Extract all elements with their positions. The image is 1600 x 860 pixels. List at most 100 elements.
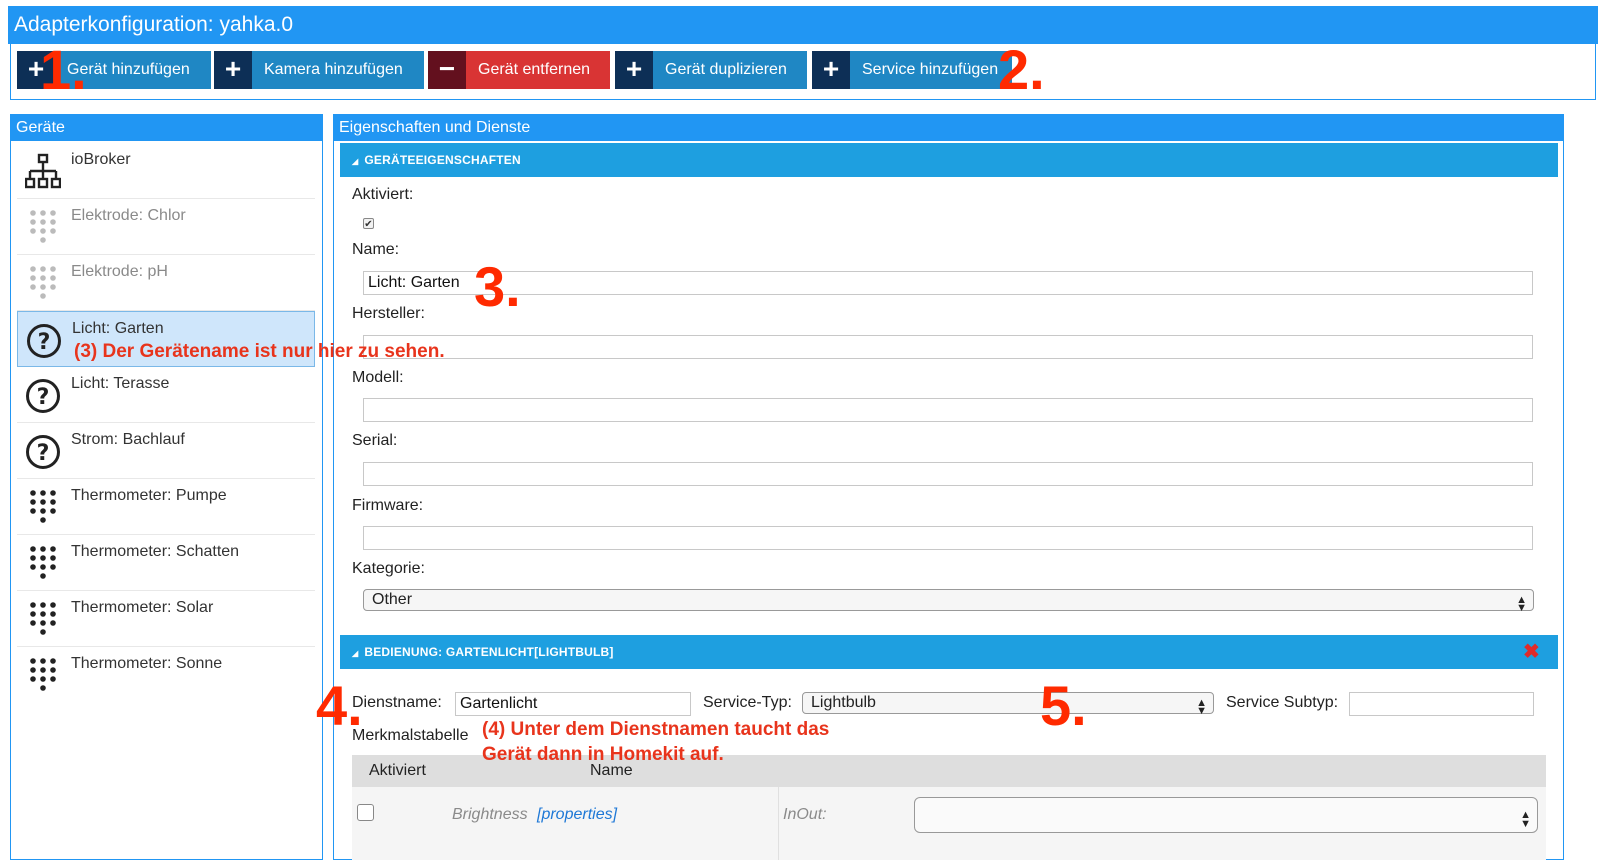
characteristics-table-label: Merkmalstabelle — [352, 727, 469, 744]
window-title: Adapterkonfiguration: yahka.0 — [8, 6, 1598, 44]
check-icon: ✔ — [364, 219, 373, 230]
service-name-input[interactable] — [455, 692, 691, 716]
service-subtype-input[interactable] — [1349, 692, 1534, 716]
activated-label: Aktiviert: — [352, 186, 414, 203]
table-row: Brightness [properties] InOut: ▲ ▼ — [352, 787, 1546, 860]
service-subtype-label: Service Subtyp: — [1226, 694, 1339, 711]
svg-text:?: ? — [37, 441, 50, 466]
properties-link[interactable]: [properties] — [537, 806, 617, 824]
question-icon: ? — [26, 379, 60, 413]
question-icon: ? — [27, 324, 61, 358]
select-arrow-down-icon: ▼ — [1520, 818, 1531, 830]
keypad-icon — [30, 658, 56, 691]
inout-label: InOut: — [783, 806, 827, 823]
keypad-icon — [30, 546, 56, 579]
device-item-thermometer-pumpe[interactable]: Thermometer: Pumpe — [17, 479, 315, 535]
keypad-icon — [30, 602, 56, 635]
device-label: Thermometer: Pumpe — [71, 487, 227, 504]
devices-panel: Geräte ioBroker Elektrode: Chlor Elektro… — [10, 114, 323, 860]
duplicate-device-label: Gerät duplizieren — [665, 61, 787, 78]
device-item-licht-terasse[interactable]: ? Licht: Terasse — [17, 367, 315, 423]
remove-device-button[interactable]: − Gerät entfernen — [428, 51, 610, 89]
serial-label: Serial: — [352, 432, 398, 449]
device-item-strom-bachlauf[interactable]: ? Strom: Bachlauf — [17, 423, 315, 479]
minus-icon: − — [428, 51, 466, 89]
service-type-select[interactable]: Lightbulb ▲ ▼ — [802, 692, 1214, 717]
category-value: Other — [372, 591, 413, 608]
annotation-note-4-line-1: (4) Unter dem Dienstnamen taucht das — [482, 719, 830, 740]
row-activated-checkbox[interactable] — [357, 804, 374, 821]
device-label: Elektrode: pH — [71, 263, 168, 280]
select-arrow-down-icon: ▼ — [1516, 602, 1527, 614]
device-label: Strom: Bachlauf — [71, 431, 185, 448]
annotation-number-2: 2. — [998, 38, 1045, 101]
device-label: Thermometer: Sonne — [71, 655, 223, 672]
remove-device-label: Gerät entfernen — [478, 61, 591, 78]
svg-text:?: ? — [38, 330, 51, 355]
device-label: Licht: Garten — [72, 320, 164, 337]
characteristic-name: Brightness — [452, 806, 528, 823]
name-input[interactable] — [363, 271, 1533, 295]
service-type-value: Lightbulb — [811, 694, 876, 711]
properties-panel-title: Eigenschaften und Dienste — [334, 115, 1563, 141]
plus-icon: + — [812, 51, 850, 89]
device-properties-section-title: GERÄTEEIGENSCHAFTEN — [364, 153, 521, 167]
add-service-label: Service hinzufügen — [862, 61, 999, 78]
annotation-note-3: (3) Der Gerätename ist nur hier zu sehen… — [74, 341, 445, 362]
question-icon: ? — [26, 435, 60, 469]
device-label: Licht: Terasse — [71, 375, 170, 392]
add-camera-button[interactable]: + Kamera hinzufügen — [214, 51, 424, 89]
service-type-label: Service-Typ: — [703, 694, 792, 711]
device-item-thermometer-schatten[interactable]: Thermometer: Schatten — [17, 535, 315, 591]
devices-panel-title: Geräte — [11, 115, 322, 141]
add-service-button[interactable]: + Service hinzufügen — [812, 51, 1012, 89]
device-label: ioBroker — [71, 151, 131, 168]
model-label: Modell: — [352, 369, 404, 386]
column-header-activated: Aktiviert — [369, 762, 426, 779]
category-label: Kategorie: — [352, 560, 425, 577]
model-input[interactable] — [363, 398, 1533, 422]
service-section-title: BEDIENUNG: GARTENLICHT[LIGHTBULB] — [364, 645, 614, 659]
svg-text:?: ? — [37, 385, 50, 410]
plus-icon: + — [615, 51, 653, 89]
annotation-number-1: 1. — [40, 38, 87, 101]
device-item-elektrode-chlor[interactable]: Elektrode: Chlor — [17, 199, 315, 255]
annotation-number-3: 3. — [474, 255, 521, 318]
characteristics-table: Aktiviert Name Brightness [properties] I… — [352, 755, 1546, 860]
category-select[interactable]: Other ▲ ▼ — [363, 589, 1534, 614]
manufacturer-input[interactable] — [363, 335, 1533, 359]
device-properties-section-header[interactable]: ◢ GERÄTEEIGENSCHAFTEN — [340, 143, 1558, 177]
annotation-note-4-line-2: Gerät dann in Homekit auf. — [482, 744, 724, 765]
select-arrow-down-icon: ▼ — [1196, 705, 1207, 717]
duplicate-device-button[interactable]: + Gerät duplizieren — [615, 51, 807, 89]
toolbar: + Gerät hinzufügen + Kamera hinzufügen −… — [10, 44, 1596, 100]
service-name-label: Dienstname: — [352, 694, 442, 711]
column-divider — [778, 787, 779, 860]
manufacturer-label: Hersteller: — [352, 305, 425, 322]
inout-select[interactable]: ▲ ▼ — [914, 797, 1538, 833]
keypad-icon — [30, 210, 56, 243]
name-label: Name: — [352, 241, 400, 258]
device-item-elektrode-ph[interactable]: Elektrode: pH — [17, 255, 315, 311]
collapse-triangle-icon: ◢ — [352, 157, 359, 166]
annotation-number-4: 4. — [316, 674, 363, 737]
plus-icon: + — [214, 51, 252, 89]
device-item-thermometer-solar[interactable]: Thermometer: Solar — [17, 591, 315, 647]
device-label: Thermometer: Solar — [71, 599, 214, 616]
remove-service-icon[interactable]: ✖ — [1523, 635, 1540, 669]
network-icon — [25, 153, 61, 189]
add-camera-label: Kamera hinzufügen — [264, 61, 403, 78]
service-section-header[interactable]: ◢ BEDIENUNG: GARTENLICHT[LIGHTBULB] ✖ — [340, 635, 1558, 669]
device-label: Elektrode: Chlor — [71, 207, 186, 224]
firmware-label: Firmware: — [352, 497, 424, 514]
activated-checkbox[interactable]: ✔ — [363, 218, 374, 230]
device-label: Thermometer: Schatten — [71, 543, 240, 560]
keypad-icon — [30, 266, 56, 299]
keypad-icon — [30, 490, 56, 523]
firmware-input[interactable] — [363, 526, 1533, 550]
serial-input[interactable] — [363, 462, 1533, 486]
collapse-triangle-icon: ◢ — [352, 649, 359, 658]
device-item-thermometer-sonne[interactable]: Thermometer: Sonne — [17, 647, 315, 703]
annotation-number-5: 5. — [1040, 674, 1087, 737]
device-item-iobroker[interactable]: ioBroker — [17, 143, 315, 199]
